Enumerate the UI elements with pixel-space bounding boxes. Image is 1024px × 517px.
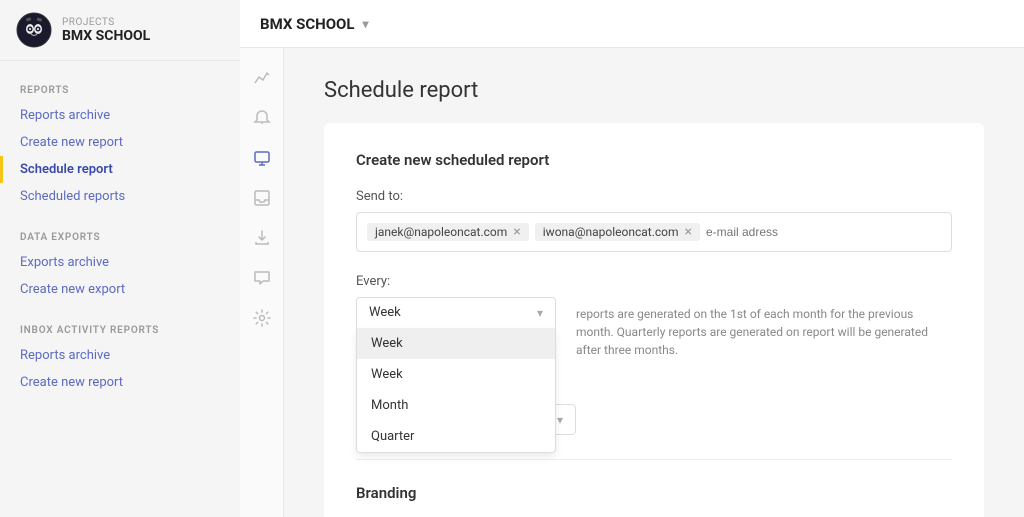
- sidebar-header: PROJECTS BMX SCHOOL: [0, 0, 240, 61]
- data-exports-section-label: DATA EXPORTS: [0, 224, 240, 249]
- send-to-field-group: Send to: janek@napoleoncat.com × iwona@n…: [356, 189, 952, 252]
- nav-icon-download[interactable]: [244, 220, 280, 256]
- email-tag-2: iwona@napoleoncat.com ×: [535, 223, 700, 241]
- left-panel: PROJECTS BMX SCHOOL REPORTS Reports arch…: [0, 0, 240, 517]
- top-bar-project[interactable]: BMX SCHOOL ▾: [260, 15, 369, 33]
- nav-icon-inbox[interactable]: [244, 180, 280, 216]
- frequency-chevron-icon: ▾: [537, 306, 543, 320]
- sidebar-item-create-new-export[interactable]: Create new export: [0, 276, 240, 303]
- main-body: Schedule report Create new scheduled rep…: [240, 48, 1024, 517]
- app-layout: PROJECTS BMX SCHOOL REPORTS Reports arch…: [0, 0, 1024, 517]
- project-name: BMX SCHOOL: [62, 28, 150, 44]
- sidebar-item-inbox-create-new-report[interactable]: Create new report: [0, 369, 240, 396]
- send-to-label: Send to:: [356, 189, 952, 204]
- sidebar-content: REPORTS Reports archive Create new repor…: [0, 61, 240, 517]
- main-card: Create new scheduled report Send to: jan…: [324, 123, 984, 517]
- sidebar-item-inbox-reports-archive[interactable]: Reports archive: [0, 342, 240, 369]
- every-label: Every:: [356, 274, 952, 289]
- project-info: PROJECTS BMX SCHOOL: [62, 17, 150, 44]
- email-tag-1-remove[interactable]: ×: [513, 225, 520, 239]
- email-input-field[interactable]: [706, 225, 941, 239]
- frequency-option-3[interactable]: Quarter: [357, 421, 555, 452]
- project-label: PROJECTS: [62, 17, 150, 28]
- frequency-option-1[interactable]: Week: [357, 359, 555, 390]
- nav-icon-bell[interactable]: [244, 100, 280, 136]
- email-tag-2-text: iwona@napoleoncat.com: [543, 225, 679, 239]
- section-divider: [356, 459, 952, 460]
- email-tag-2-remove[interactable]: ×: [685, 225, 692, 239]
- right-panel: BMX SCHOOL ▾: [240, 0, 1024, 517]
- branding-section: Branding Upload logo file Upload jpg or …: [356, 484, 952, 517]
- chevron-down-icon: ▾: [363, 17, 369, 31]
- content-area: Schedule report Create new scheduled rep…: [284, 48, 1024, 517]
- sidebar-item-reports-archive[interactable]: Reports archive: [0, 102, 240, 129]
- frequency-select-display[interactable]: Week ▾: [356, 297, 556, 328]
- frequency-option-2[interactable]: Month: [357, 390, 555, 421]
- language-chevron-icon: ▾: [557, 413, 563, 427]
- nav-icon-settings[interactable]: [244, 300, 280, 336]
- frequency-option-0[interactable]: Week: [357, 328, 555, 359]
- frequency-dropdown-menu: Week Week Month Quarter: [356, 328, 556, 453]
- email-tag-1: janek@napoleoncat.com ×: [367, 223, 529, 241]
- top-bar-project-name: BMX SCHOOL: [260, 15, 355, 33]
- frequency-info-text: reports are generated on the 1st of each…: [576, 305, 952, 359]
- frequency-selected-label: Week: [369, 305, 401, 320]
- sidebar-item-exports-archive[interactable]: Exports archive: [0, 249, 240, 276]
- email-tag-1-text: janek@napoleoncat.com: [375, 225, 507, 239]
- every-field-group: Every: Week ▾ Week Week Month: [356, 274, 952, 359]
- app-logo: [16, 12, 52, 48]
- inbox-section-label: INBOX ACTIVITY REPORTS: [0, 317, 240, 342]
- sidebar-item-scheduled-reports[interactable]: Scheduled reports: [0, 183, 240, 210]
- sidebar-item-create-new-report[interactable]: Create new report: [0, 129, 240, 156]
- branding-title: Branding: [356, 484, 952, 502]
- email-input-container[interactable]: janek@napoleoncat.com × iwona@napoleonca…: [356, 212, 952, 252]
- page-title: Schedule report: [324, 78, 984, 103]
- icon-rail: [240, 48, 284, 517]
- reports-section-label: REPORTS: [0, 77, 240, 102]
- card-title: Create new scheduled report: [356, 151, 952, 169]
- sidebar-item-schedule-report[interactable]: Schedule report: [0, 156, 240, 183]
- top-bar: BMX SCHOOL ▾: [240, 0, 1024, 48]
- nav-icon-monitor[interactable]: [244, 140, 280, 176]
- nav-icon-message[interactable]: [244, 260, 280, 296]
- frequency-select-wrapper: Week ▾ Week Week Month Quarter: [356, 297, 556, 328]
- nav-icon-chart[interactable]: [244, 60, 280, 96]
